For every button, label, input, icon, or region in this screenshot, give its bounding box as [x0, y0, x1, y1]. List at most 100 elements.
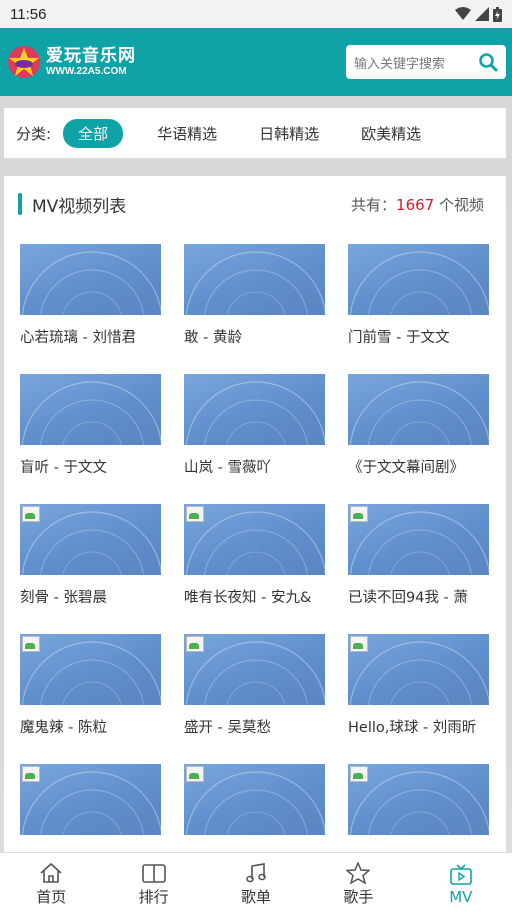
- disc-placeholder-icon: [185, 641, 325, 705]
- category-tab-chinese[interactable]: 华语精选: [157, 120, 217, 147]
- battery-icon: [493, 6, 502, 22]
- nav-home-label: 首页: [36, 888, 67, 906]
- broken-image-icon: [22, 506, 40, 522]
- home-icon: [40, 862, 62, 883]
- video-title[interactable]: Hello,球球 - 刘雨昕: [348, 716, 489, 737]
- broken-image-icon: [186, 766, 204, 782]
- nav-ranking[interactable]: 排行: [102, 853, 204, 916]
- disc-placeholder-icon: [185, 511, 325, 575]
- nav-ranking-label: 排行: [138, 888, 169, 906]
- broken-image-icon: [350, 766, 368, 782]
- signal-icon: [475, 7, 489, 21]
- video-item[interactable]: 盲听 - 于文文: [20, 374, 161, 504]
- video-title[interactable]: 唯有长夜知 - 安九&: [184, 586, 325, 607]
- video-title[interactable]: 山岚 - 雪薇吖: [184, 456, 325, 477]
- logo-url: WWW.22A5.COM: [46, 65, 127, 77]
- video-item[interactable]: 盛开 - 吴莫愁: [184, 634, 325, 764]
- video-item[interactable]: 山岚 - 雪薇吖: [184, 374, 325, 504]
- video-title[interactable]: 魔鬼辣 - 陈粒: [20, 716, 161, 737]
- logo[interactable]: 爱玩音乐网 WWW.22A5.COM: [6, 44, 136, 80]
- nav-playlist-label: 歌单: [241, 888, 272, 906]
- video-thumbnail[interactable]: [184, 374, 325, 445]
- video-item[interactable]: Hello,球球 - 刘雨昕: [348, 634, 489, 764]
- video-thumbnail[interactable]: [20, 504, 161, 575]
- video-thumbnail[interactable]: [348, 244, 489, 315]
- list-title: MV视频列表: [32, 196, 127, 217]
- video-item[interactable]: 心若琉璃 - 刘惜君: [20, 244, 161, 374]
- disc-placeholder-icon: [349, 511, 489, 575]
- video-thumbnail[interactable]: [348, 764, 489, 835]
- video-thumbnail[interactable]: [20, 634, 161, 705]
- video-title[interactable]: 刻骨 - 张碧晨: [20, 586, 161, 607]
- disc-placeholder-icon: [21, 771, 161, 835]
- video-thumbnail[interactable]: [348, 634, 489, 705]
- nav-home[interactable]: 首页: [0, 853, 102, 916]
- video-title[interactable]: 《于文文幕间剧》: [348, 456, 489, 477]
- list-header: MV视频列表 共有：1667 个视频: [4, 176, 506, 232]
- video-title[interactable]: 心若琉璃 - 刘惜君: [20, 326, 161, 347]
- search-input[interactable]: 输入关键字搜索: [346, 45, 506, 79]
- broken-image-icon: [186, 636, 204, 652]
- video-title[interactable]: 盛开 - 吴莫愁: [184, 716, 325, 737]
- tv-icon: [450, 863, 472, 885]
- nav-mv[interactable]: MV: [410, 853, 512, 916]
- nav-mv-label: MV: [449, 887, 473, 906]
- video-thumbnail[interactable]: [348, 504, 489, 575]
- video-item[interactable]: 已读不回94我 - 萧: [348, 504, 489, 634]
- video-item[interactable]: 魔鬼辣 - 陈粒: [20, 634, 161, 764]
- status-time: 11:56: [10, 5, 47, 23]
- music-note-icon: [246, 863, 266, 883]
- video-thumbnail[interactable]: [184, 504, 325, 575]
- disc-placeholder-icon: [349, 771, 489, 835]
- disc-placeholder-icon: [349, 251, 489, 315]
- logo-star-icon: [8, 46, 40, 78]
- wifi-icon: [455, 7, 471, 20]
- category-tab-western[interactable]: 欧美精选: [361, 120, 421, 147]
- book-icon: [141, 864, 166, 883]
- broken-image-icon: [22, 766, 40, 782]
- video-thumbnail[interactable]: [20, 764, 161, 835]
- disc-placeholder-icon: [21, 381, 161, 445]
- video-thumbnail[interactable]: [348, 374, 489, 445]
- video-item[interactable]: 敢 - 黄龄: [184, 244, 325, 374]
- status-bar: 11:56: [0, 0, 512, 28]
- disc-placeholder-icon: [349, 381, 489, 445]
- app-header: 爱玩音乐网 WWW.22A5.COM 输入关键字搜索: [0, 28, 512, 96]
- count-prefix: 共有：: [351, 195, 397, 214]
- video-title[interactable]: 门前雪 - 于文文: [348, 326, 489, 347]
- nav-singer[interactable]: 歌手: [307, 853, 409, 916]
- logo-title: 爱玩音乐网: [46, 46, 136, 67]
- nav-singer-label: 歌手: [343, 888, 374, 906]
- search-icon[interactable]: [478, 52, 498, 72]
- video-title[interactable]: 已读不回94我 - 萧: [348, 586, 489, 607]
- video-item[interactable]: 唯有长夜知 - 安九&: [184, 504, 325, 634]
- broken-image-icon: [350, 506, 368, 522]
- video-thumbnail[interactable]: [20, 244, 161, 315]
- video-title[interactable]: 敢 - 黄龄: [184, 326, 325, 347]
- video-thumbnail[interactable]: [184, 244, 325, 315]
- disc-placeholder-icon: [21, 251, 161, 315]
- video-thumbnail[interactable]: [184, 634, 325, 705]
- disc-placeholder-icon: [21, 511, 161, 575]
- nav-playlist[interactable]: 歌单: [205, 853, 307, 916]
- video-thumbnail[interactable]: [184, 764, 325, 835]
- disc-placeholder-icon: [349, 641, 489, 705]
- category-tab-all[interactable]: 全部: [63, 118, 124, 148]
- video-item[interactable]: 门前雪 - 于文文: [348, 244, 489, 374]
- category-label: 分类:: [16, 124, 52, 143]
- disc-placeholder-icon: [185, 771, 325, 835]
- video-item[interactable]: 《于文文幕间剧》: [348, 374, 489, 504]
- search-placeholder: 输入关键字搜索: [354, 56, 446, 72]
- disc-placeholder-icon: [185, 381, 325, 445]
- broken-image-icon: [186, 506, 204, 522]
- category-bar: 分类: 全部 华语精选 日韩精选 欧美精选: [4, 108, 506, 158]
- title-accent-bar: [18, 193, 22, 215]
- broken-image-icon: [350, 636, 368, 652]
- video-item[interactable]: 刻骨 - 张碧晨: [20, 504, 161, 634]
- video-thumbnail[interactable]: [20, 374, 161, 445]
- video-title[interactable]: 盲听 - 于文文: [20, 456, 161, 477]
- count-suffix: 个视频: [434, 195, 484, 214]
- video-grid: 心若琉璃 - 刘惜君 敢 - 黄龄 门前雪 - 于文文盲听 - 于文文 山岚 - 雪薇…: [20, 244, 490, 894]
- count-number: 1667: [396, 195, 435, 214]
- category-tab-jpkr[interactable]: 日韩精选: [259, 120, 319, 147]
